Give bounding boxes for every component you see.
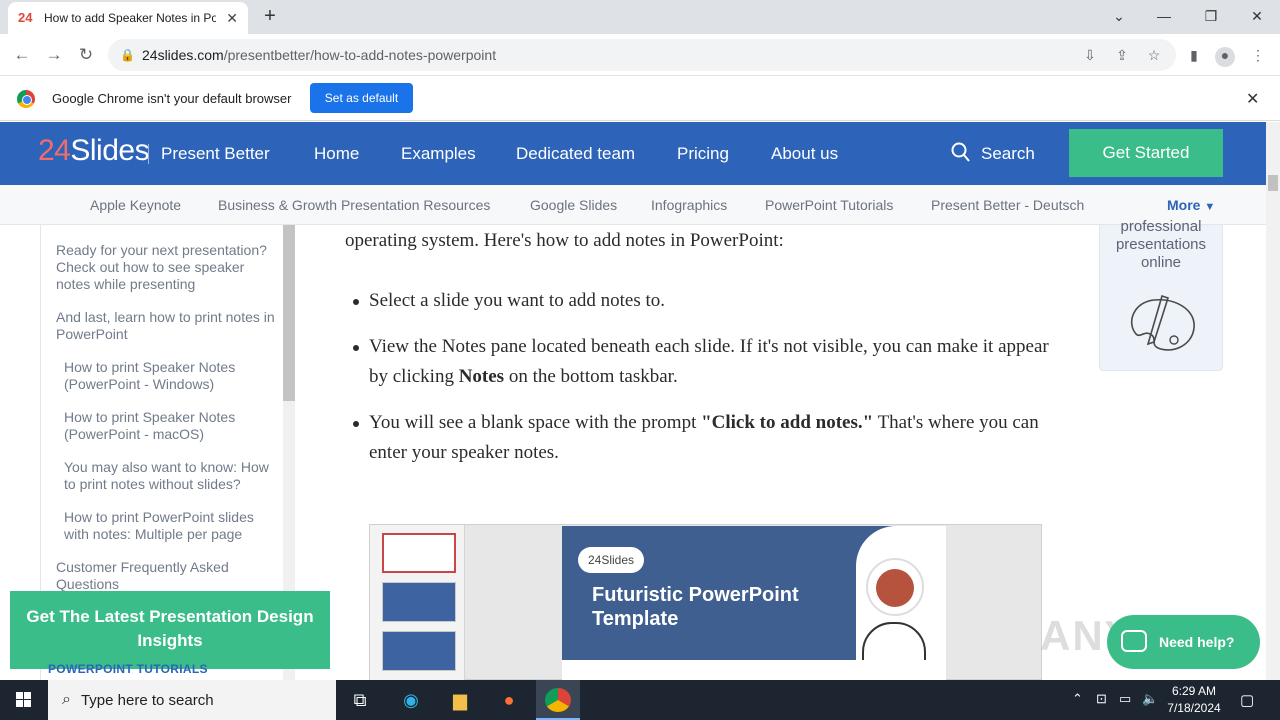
slide-notes-area xyxy=(562,660,946,680)
slide-thumbnail[interactable] xyxy=(382,533,456,573)
notifications-icon[interactable]: ▢ xyxy=(1240,691,1254,709)
side-panel-icon[interactable]: ▮ xyxy=(1184,47,1204,67)
slide-thumbnail[interactable] xyxy=(382,631,456,671)
palette-brush-icon xyxy=(1130,294,1195,351)
task-view-icon[interactable]: ⧉ xyxy=(347,688,373,712)
address-bar[interactable]: 🔒 24slides.com/presentbetter/how-to-add-… xyxy=(108,39,1176,71)
site-tagline[interactable]: Present Better xyxy=(161,144,270,164)
nav-pricing[interactable]: Pricing xyxy=(677,144,729,164)
get-started-button[interactable]: Get Started xyxy=(1069,129,1223,177)
promo-text: professional presentations online xyxy=(1115,218,1207,271)
firefox-icon[interactable]: ● xyxy=(496,688,522,712)
search-label[interactable]: Search xyxy=(981,144,1035,164)
article-bullet-1: Select a slide you want to add notes to. xyxy=(369,290,666,311)
minimize-icon[interactable]: — xyxy=(1150,5,1178,27)
menu-kebab-icon[interactable]: ⋮ xyxy=(1248,47,1268,67)
default-browser-infobar: Google Chrome isn't your default browser… xyxy=(0,77,1280,121)
toc-item[interactable]: You may also want to know: How to print … xyxy=(64,459,282,493)
article-bullet-2: View the Notes pane located beneath each… xyxy=(369,336,1049,387)
edge-icon[interactable]: ◉ xyxy=(398,688,424,712)
restore-icon[interactable]: ❐ xyxy=(1197,5,1225,27)
file-explorer-icon[interactable]: ▆ xyxy=(447,688,473,712)
profile-avatar-icon[interactable]: ● xyxy=(1215,47,1235,67)
lock-icon: 🔒 xyxy=(120,48,135,62)
volume-icon[interactable]: 🔈 xyxy=(1142,691,1158,707)
tab-strip: 24 How to add Speaker Notes in Po ✕ + ⌄ … xyxy=(0,0,1280,34)
install-icon[interactable]: ⇩ xyxy=(1080,47,1100,67)
bullet-dot xyxy=(353,421,359,427)
chrome-icon xyxy=(545,688,571,712)
logo-divider xyxy=(148,144,149,164)
subnav-google-slides[interactable]: Google Slides xyxy=(530,197,617,213)
toc-item[interactable]: How to print Speaker Notes (PowerPoint -… xyxy=(64,409,274,443)
subnav-business-growth[interactable]: Business & Growth Presentation Resources xyxy=(218,197,490,213)
brain-icon xyxy=(866,558,924,616)
bullet-dot xyxy=(353,345,359,351)
browser-tab[interactable]: 24 How to add Speaker Notes in Po ✕ xyxy=(8,2,248,34)
taskbar-clock[interactable]: 6:29 AM 7/18/2024 xyxy=(1160,683,1228,717)
tab-close-icon[interactable]: ✕ xyxy=(226,10,238,27)
windows-taskbar: ⌕ Type here to search ⧉ ◉ ▆ ● ⌃ ⊡ ▭ 🔈 6:… xyxy=(0,680,1280,720)
subnav-apple-keynote[interactable]: Apple Keynote xyxy=(90,197,181,213)
nav-dedicated-team[interactable]: Dedicated team xyxy=(516,144,635,164)
network-icon[interactable]: ▭ xyxy=(1119,691,1131,707)
search-icon[interactable] xyxy=(951,142,971,164)
toc-item[interactable]: Customer Frequently Asked Questions xyxy=(56,559,266,593)
site-header: 24Slides Present Better Home Examples De… xyxy=(0,122,1266,185)
share-icon[interactable]: ⇪ xyxy=(1112,47,1132,67)
tab-title: How to add Speaker Notes in Po xyxy=(44,11,216,25)
slide-thumbnail-pane xyxy=(370,525,465,680)
bullet-dot xyxy=(353,299,359,305)
taskbar-search-box[interactable]: ⌕ Type here to search xyxy=(48,680,336,720)
toc-item[interactable]: And last, learn how to print notes in Po… xyxy=(56,309,278,343)
back-icon[interactable]: ← xyxy=(9,42,35,68)
category-subnav: Apple Keynote Business & Growth Presenta… xyxy=(0,185,1266,225)
browser-toolbar: ← → ↻ 🔒 24slides.com/presentbetter/how-t… xyxy=(0,34,1280,76)
close-window-icon[interactable]: ✕ xyxy=(1243,5,1271,27)
subnav-more[interactable]: More ▼ xyxy=(1167,197,1215,213)
subnav-present-better-deutsch[interactable]: Present Better - Deutsch xyxy=(931,197,1084,213)
site-favicon-icon: 24 xyxy=(18,10,33,25)
tray-chevron-icon[interactable]: ⌃ xyxy=(1072,691,1083,707)
page-scrollbar-thumb[interactable] xyxy=(1268,175,1278,191)
slide-title: Futuristic PowerPoint Template xyxy=(592,584,799,630)
nav-about-us[interactable]: About us xyxy=(771,144,838,164)
site-logo[interactable]: 24Slides xyxy=(38,134,150,168)
taskbar-search-placeholder: Type here to search xyxy=(80,691,214,709)
reload-icon[interactable]: ↻ xyxy=(73,42,99,68)
set-as-default-button[interactable]: Set as default xyxy=(310,83,413,113)
newsletter-cta-button[interactable]: Get The Latest Presentation Design Insig… xyxy=(10,591,330,669)
search-icon: ⌕ xyxy=(62,691,71,708)
subnav-infographics[interactable]: Infographics xyxy=(651,197,727,213)
chrome-logo-icon xyxy=(17,90,35,108)
article-intro: operating system. Here's how to add note… xyxy=(345,230,784,251)
chat-bubble-icon xyxy=(1121,630,1147,652)
caret-down-icon: ▼ xyxy=(1204,201,1216,213)
nav-examples[interactable]: Examples xyxy=(401,144,476,164)
bookmark-star-icon[interactable]: ☆ xyxy=(1144,47,1164,67)
forward-icon[interactable]: → xyxy=(41,42,67,68)
toc-scrollbar-thumb[interactable] xyxy=(283,225,295,401)
url-text: 24slides.com/presentbetter/how-to-add-no… xyxy=(142,47,497,63)
tab-search-chevron-icon[interactable]: ⌄ xyxy=(1105,5,1133,27)
new-tab-icon[interactable]: + xyxy=(258,5,282,29)
nav-home[interactable]: Home xyxy=(314,144,359,164)
toc-footer-label: POWERPOINT TUTORIALS xyxy=(48,662,208,676)
toc-item[interactable]: How to print Speaker Notes (PowerPoint -… xyxy=(64,359,274,393)
infobar-close-icon[interactable]: ✕ xyxy=(1246,89,1259,109)
slide-logo: 24Slides xyxy=(578,547,644,573)
toc-item[interactable]: Ready for your next presentation? Check … xyxy=(56,242,282,293)
windows-start-icon[interactable] xyxy=(0,680,48,720)
tray-app-icon[interactable]: ⊡ xyxy=(1096,691,1107,707)
article-bullet-3: You will see a blank space with the prom… xyxy=(369,412,1039,463)
toc-item[interactable]: How to print PowerPoint slides with note… xyxy=(64,509,274,543)
slide-thumbnail[interactable] xyxy=(382,582,456,622)
page-scrollbar[interactable] xyxy=(1266,122,1280,680)
infobar-message: Google Chrome isn't your default browser xyxy=(52,91,292,106)
subnav-powerpoint-tutorials[interactable]: PowerPoint Tutorials xyxy=(765,197,893,213)
